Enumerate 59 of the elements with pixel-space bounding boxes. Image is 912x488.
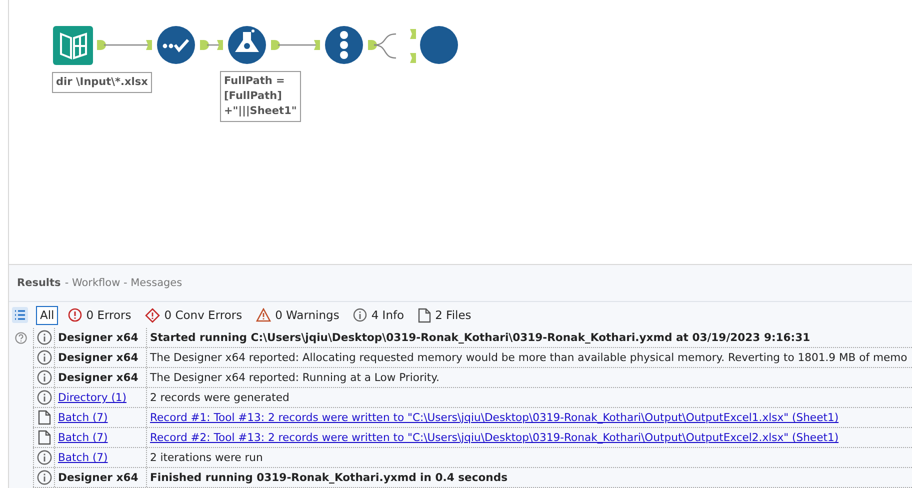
breadcrumb: - Workflow - Messages xyxy=(64,277,182,289)
input-anchor[interactable] xyxy=(217,40,223,50)
error-icon xyxy=(68,308,82,322)
output-anchor[interactable] xyxy=(368,40,377,50)
flask-icon[interactable] xyxy=(228,26,266,64)
message-text: The Designer x64 reported: Running at a Low Priority. xyxy=(150,371,440,384)
filter-button[interactable]: 0 Errors xyxy=(64,306,136,324)
filter-button[interactable]: 0 Warnings xyxy=(252,306,344,324)
filter-button[interactable]: 4 Info xyxy=(349,306,408,324)
source-text: Designer x64 xyxy=(58,331,138,344)
message-link[interactable]: Record #2: Tool #13: 2 records were written to "C:\Users\jqiu\Desktop\0319-Ronak_Kothari\Output\OutputExcel2.xlsx" (Sheet1) xyxy=(150,431,839,444)
connector-line xyxy=(278,44,317,46)
info-icon xyxy=(36,370,52,385)
warning-icon xyxy=(256,308,272,322)
output-anchor[interactable] xyxy=(200,40,209,50)
tool-link[interactable]: Batch (7) xyxy=(58,451,108,464)
filter-button[interactable]: All xyxy=(36,306,58,324)
list-icon[interactable] xyxy=(12,307,28,323)
file-icon xyxy=(38,430,50,445)
input-anchor[interactable] xyxy=(410,53,416,63)
checkmark-icon[interactable] xyxy=(157,26,195,64)
connector-line xyxy=(374,33,396,59)
output-anchor[interactable] xyxy=(271,40,280,50)
info-icon xyxy=(353,308,368,322)
info-icon xyxy=(36,330,52,345)
tool-link[interactable]: Batch (7) xyxy=(58,431,108,444)
info-icon xyxy=(36,450,52,465)
tool-link[interactable]: Directory (1) xyxy=(58,391,126,404)
message-text: Started running C:\Users\jqiu\Desktop\0319-Ronak_Kothari\0319-Ronak_Kothari.yxmd at 03/19/2023 9:16:31 xyxy=(150,331,810,344)
filter-button[interactable]: 0 Conv Errors xyxy=(141,306,246,324)
message-text: 2 records were generated xyxy=(150,391,290,404)
tool-annotation: FullPath = [FullPath] +"|||Sheet1" xyxy=(220,71,301,122)
connector-line xyxy=(104,44,149,46)
tool-link[interactable]: Batch (7) xyxy=(58,411,108,424)
filter-button[interactable]: 2 Files xyxy=(414,306,476,324)
source-text: Designer x64 xyxy=(58,351,138,364)
info-icon xyxy=(36,390,52,405)
message-text: Finished running 0319-Ronak_Kothari.yxmd in 0.4 seconds xyxy=(150,471,508,484)
output-anchor[interactable] xyxy=(97,40,106,50)
numbered-list-icon[interactable] xyxy=(325,26,363,64)
info-icon xyxy=(36,470,52,485)
input-anchor[interactable] xyxy=(146,40,152,50)
info-icon xyxy=(36,350,52,365)
message-text: The Designer x64 reported: Allocating requested memory would be more than available physical memory. Reverting to 1801.9 MB of memo xyxy=(150,351,908,364)
file-icon xyxy=(38,410,50,425)
source-text: Designer x64 xyxy=(58,471,138,484)
output-tool-icon[interactable] xyxy=(420,26,458,64)
file-icon xyxy=(418,308,432,322)
connector-line xyxy=(207,44,220,46)
diamond-error-icon xyxy=(145,308,160,322)
help-icon[interactable] xyxy=(15,332,27,344)
input-anchor[interactable] xyxy=(314,40,320,50)
message-text: 2 iterations were run xyxy=(150,451,263,464)
message-link[interactable]: Record #1: Tool #13: 2 records were written to "C:\Users\jqiu\Desktop\0319-Ronak_Kothari\Output\OutputExcel1.xlsx" (Sheet1) xyxy=(150,411,839,424)
source-text: Designer x64 xyxy=(58,371,138,384)
book-icon[interactable] xyxy=(53,26,93,65)
input-anchor[interactable] xyxy=(410,29,416,39)
tool-annotation: dir \Input\*.xlsx xyxy=(52,72,152,93)
panel-title: Results xyxy=(17,277,61,289)
